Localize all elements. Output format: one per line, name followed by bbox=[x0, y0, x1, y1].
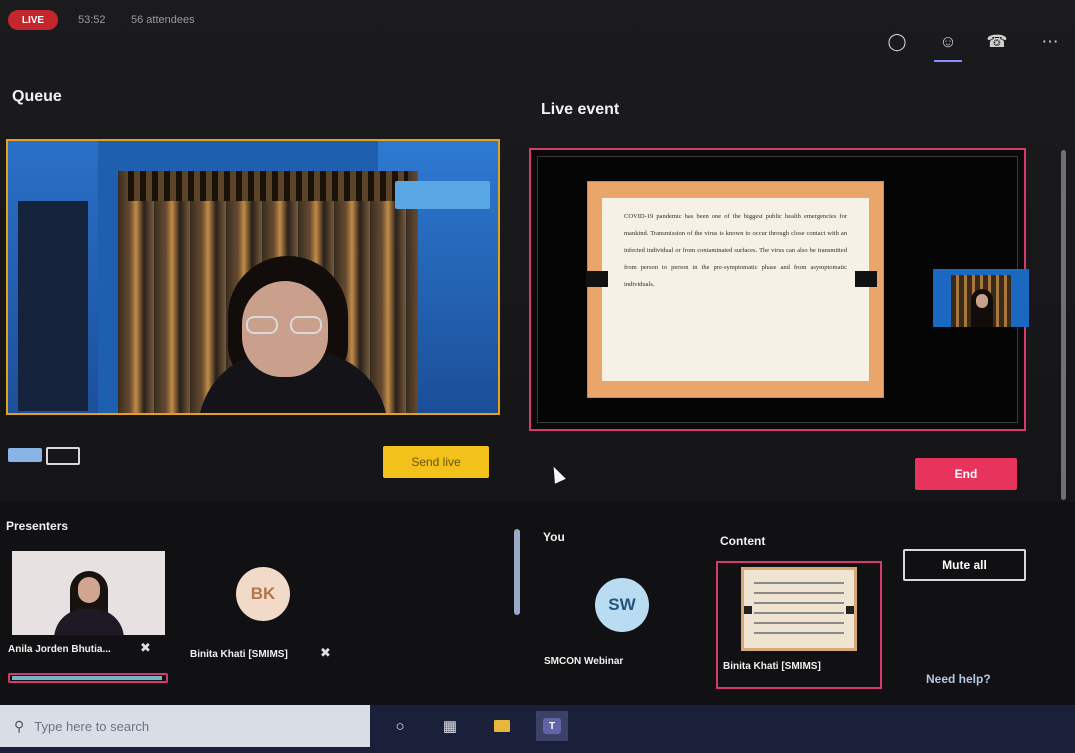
cortana-icon[interactable]: ○ bbox=[384, 711, 416, 741]
mic-off-icon[interactable]: ✖ bbox=[320, 645, 331, 661]
avatar-sw[interactable]: SW bbox=[595, 578, 649, 632]
you-name: SMCON Webinar bbox=[544, 656, 624, 667]
mouse-cursor-icon bbox=[548, 464, 566, 484]
content-presenter-name: Binita Khati [SMIMS] bbox=[723, 661, 821, 672]
windows-taskbar: ⚲ Type here to search ○ ▦ T bbox=[0, 705, 1075, 753]
search-icon: ⚲ bbox=[14, 717, 25, 734]
panel-divider bbox=[514, 529, 520, 615]
document-text: COVID-19 pandemic has been one of the bi… bbox=[602, 198, 869, 381]
end-event-button[interactable]: End bbox=[915, 458, 1017, 490]
presenter-thumbnail-video bbox=[933, 269, 1029, 327]
queue-video-preview[interactable] bbox=[6, 139, 500, 415]
need-help-link[interactable]: Need help? bbox=[926, 672, 991, 686]
chat-icon[interactable]: ◯ bbox=[885, 30, 909, 54]
you-title: You bbox=[543, 530, 565, 544]
layout-toggle[interactable] bbox=[8, 445, 80, 465]
active-tab-indicator bbox=[934, 60, 962, 62]
task-view-icon[interactable]: ▦ bbox=[434, 711, 466, 741]
event-timer: 53:52 bbox=[78, 14, 106, 26]
presenter-tile-anila[interactable] bbox=[12, 551, 165, 635]
teams-live-event-screen: LIVE 53:52 56 attendees ◯ ☺ ☎ ⋯ Queue Se… bbox=[0, 0, 1075, 705]
people-icon[interactable]: ☺ bbox=[936, 30, 960, 54]
content-title: Content bbox=[720, 534, 766, 548]
scrollbar[interactable] bbox=[1061, 150, 1066, 500]
taskbar-search-box[interactable]: ⚲ Type here to search bbox=[0, 705, 370, 747]
active-speaker-bar bbox=[8, 673, 168, 683]
presenters-title: Presenters bbox=[6, 519, 69, 533]
live-badge: LIVE bbox=[8, 10, 58, 30]
glasses bbox=[246, 316, 326, 334]
content-thumbnail bbox=[741, 567, 857, 651]
presenter-name: Binita Khati [SMIMS] bbox=[190, 649, 288, 660]
presenter-name: Anila Jorden Bhutia... bbox=[8, 644, 111, 655]
mic-off-icon[interactable]: ✖ bbox=[140, 640, 151, 656]
more-options-icon[interactable]: ⋯ bbox=[1038, 30, 1062, 54]
file-explorer-icon[interactable] bbox=[486, 711, 518, 741]
ac-unit bbox=[395, 181, 490, 209]
shared-document: COVID-19 pandemic has been one of the bi… bbox=[588, 182, 883, 397]
live-event-title: Live event bbox=[541, 101, 620, 118]
teams-app-icon[interactable]: T bbox=[536, 711, 568, 741]
search-placeholder: Type here to search bbox=[34, 718, 150, 734]
q-and-a-icon[interactable]: ☎ bbox=[985, 30, 1009, 54]
live-event-preview[interactable]: COVID-19 pandemic has been one of the bi… bbox=[529, 148, 1029, 431]
layout-single-icon[interactable] bbox=[8, 448, 42, 462]
avatar-bk[interactable]: BK bbox=[236, 567, 290, 621]
mute-all-button[interactable]: Mute all bbox=[903, 549, 1026, 581]
layout-split-icon[interactable] bbox=[46, 447, 80, 465]
send-live-button[interactable]: Send live bbox=[383, 446, 489, 478]
top-bar: LIVE 53:52 56 attendees ◯ ☺ ☎ ⋯ bbox=[0, 0, 1075, 62]
attendee-count: 56 attendees bbox=[131, 14, 195, 26]
queue-title: Queue bbox=[12, 88, 62, 105]
